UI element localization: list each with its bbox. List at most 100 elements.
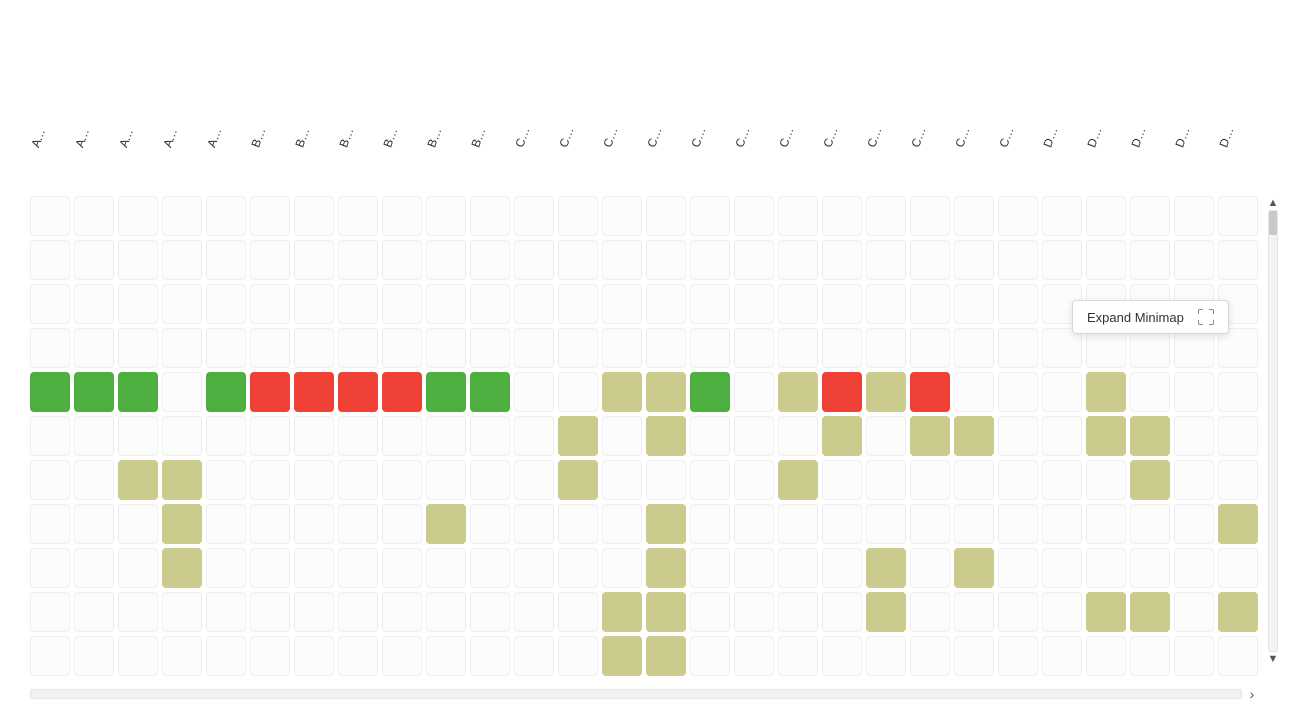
matrix-cell[interactable] bbox=[294, 240, 334, 280]
matrix-cell[interactable] bbox=[382, 460, 422, 500]
matrix-cell[interactable] bbox=[734, 460, 774, 500]
matrix-cell[interactable] bbox=[1218, 460, 1258, 500]
matrix-cell[interactable] bbox=[778, 240, 818, 280]
horizontal-scrollbar[interactable]: › bbox=[30, 686, 1262, 702]
matrix-cell[interactable] bbox=[30, 284, 70, 324]
matrix-cell[interactable] bbox=[778, 636, 818, 676]
matrix-cell[interactable] bbox=[426, 328, 466, 368]
matrix-cell[interactable] bbox=[338, 636, 378, 676]
matrix-cell[interactable] bbox=[1174, 592, 1214, 632]
matrix-cell[interactable] bbox=[1086, 372, 1126, 412]
matrix-cell[interactable] bbox=[250, 548, 290, 588]
matrix-cell[interactable] bbox=[954, 548, 994, 588]
matrix-cell[interactable] bbox=[1130, 548, 1170, 588]
matrix-cell[interactable] bbox=[162, 328, 202, 368]
matrix-cell[interactable] bbox=[338, 196, 378, 236]
matrix-cell[interactable] bbox=[558, 636, 598, 676]
matrix-cell[interactable] bbox=[1086, 196, 1126, 236]
matrix-cell[interactable] bbox=[294, 548, 334, 588]
matrix-cell[interactable] bbox=[866, 592, 906, 632]
matrix-cell[interactable] bbox=[822, 636, 862, 676]
matrix-cell[interactable] bbox=[998, 328, 1038, 368]
matrix-cell[interactable] bbox=[118, 328, 158, 368]
matrix-cell[interactable] bbox=[294, 504, 334, 544]
matrix-cell[interactable] bbox=[734, 328, 774, 368]
matrix-cell[interactable] bbox=[426, 372, 466, 412]
matrix-cell[interactable] bbox=[910, 548, 950, 588]
matrix-cell[interactable] bbox=[250, 416, 290, 456]
matrix-cell[interactable] bbox=[1086, 592, 1126, 632]
matrix-cell[interactable] bbox=[74, 636, 114, 676]
matrix-cell[interactable] bbox=[866, 504, 906, 544]
matrix-cell[interactable] bbox=[778, 504, 818, 544]
matrix-cell[interactable] bbox=[470, 636, 510, 676]
matrix-cell[interactable] bbox=[822, 328, 862, 368]
matrix-cell[interactable] bbox=[162, 636, 202, 676]
matrix-cell[interactable] bbox=[602, 460, 642, 500]
matrix-cell[interactable] bbox=[954, 592, 994, 632]
matrix-cell[interactable] bbox=[778, 548, 818, 588]
matrix-cell[interactable] bbox=[118, 372, 158, 412]
vertical-scrollbar[interactable]: ▲ ▼ bbox=[1266, 196, 1280, 666]
matrix-cell[interactable] bbox=[338, 328, 378, 368]
matrix-cell[interactable] bbox=[1042, 548, 1082, 588]
matrix-cell[interactable] bbox=[954, 416, 994, 456]
matrix-cell[interactable] bbox=[646, 284, 686, 324]
matrix-cell[interactable] bbox=[206, 240, 246, 280]
matrix-cell[interactable] bbox=[382, 548, 422, 588]
matrix-cell[interactable] bbox=[74, 196, 114, 236]
matrix-cell[interactable] bbox=[734, 548, 774, 588]
matrix-cell[interactable] bbox=[910, 372, 950, 412]
matrix-cell[interactable] bbox=[1130, 592, 1170, 632]
matrix-cell[interactable] bbox=[514, 416, 554, 456]
matrix-cell[interactable] bbox=[998, 636, 1038, 676]
matrix-cell[interactable] bbox=[602, 372, 642, 412]
matrix-cell[interactable] bbox=[866, 240, 906, 280]
matrix-cell[interactable] bbox=[954, 460, 994, 500]
matrix-cell[interactable] bbox=[162, 592, 202, 632]
matrix-cell[interactable] bbox=[74, 592, 114, 632]
matrix-cell[interactable] bbox=[690, 548, 730, 588]
matrix-cell[interactable] bbox=[734, 284, 774, 324]
matrix-cell[interactable] bbox=[866, 416, 906, 456]
matrix-cell[interactable] bbox=[426, 196, 466, 236]
matrix-cell[interactable] bbox=[206, 548, 246, 588]
matrix-cell[interactable] bbox=[206, 592, 246, 632]
matrix-cell[interactable] bbox=[74, 240, 114, 280]
matrix-cell[interactable] bbox=[646, 548, 686, 588]
matrix-cell[interactable] bbox=[1042, 504, 1082, 544]
matrix-cell[interactable] bbox=[250, 284, 290, 324]
matrix-cell[interactable] bbox=[382, 240, 422, 280]
matrix-cell[interactable] bbox=[866, 284, 906, 324]
matrix-cell[interactable] bbox=[866, 548, 906, 588]
column-header[interactable]: DC_Monitoring bbox=[1222, 156, 1266, 170]
matrix-cell[interactable] bbox=[1042, 328, 1082, 368]
matrix-cell[interactable] bbox=[382, 196, 422, 236]
matrix-cell[interactable] bbox=[250, 328, 290, 368]
matrix-cell[interactable] bbox=[866, 196, 906, 236]
matrix-cell[interactable] bbox=[1130, 372, 1170, 412]
matrix-cell[interactable] bbox=[250, 196, 290, 236]
matrix-cell[interactable] bbox=[426, 636, 466, 676]
matrix-cell[interactable] bbox=[162, 504, 202, 544]
matrix-cell[interactable] bbox=[954, 504, 994, 544]
matrix-cell[interactable] bbox=[206, 196, 246, 236]
matrix-cell[interactable] bbox=[1042, 460, 1082, 500]
matrix-cell[interactable] bbox=[470, 372, 510, 412]
scroll-right-icon[interactable]: › bbox=[1242, 686, 1262, 702]
matrix-cell[interactable] bbox=[734, 504, 774, 544]
matrix-cell[interactable] bbox=[470, 416, 510, 456]
matrix-cell[interactable] bbox=[30, 636, 70, 676]
matrix-cell[interactable] bbox=[338, 240, 378, 280]
matrix-cell[interactable] bbox=[734, 416, 774, 456]
matrix-cell[interactable] bbox=[1086, 240, 1126, 280]
matrix-cell[interactable] bbox=[294, 460, 334, 500]
matrix-cell[interactable] bbox=[382, 328, 422, 368]
matrix-cell[interactable] bbox=[910, 196, 950, 236]
matrix-cell[interactable] bbox=[514, 548, 554, 588]
matrix-cell[interactable] bbox=[426, 548, 466, 588]
matrix-cell[interactable] bbox=[910, 636, 950, 676]
matrix-cell[interactable] bbox=[206, 416, 246, 456]
matrix-cell[interactable] bbox=[162, 240, 202, 280]
matrix-cell[interactable] bbox=[998, 284, 1038, 324]
